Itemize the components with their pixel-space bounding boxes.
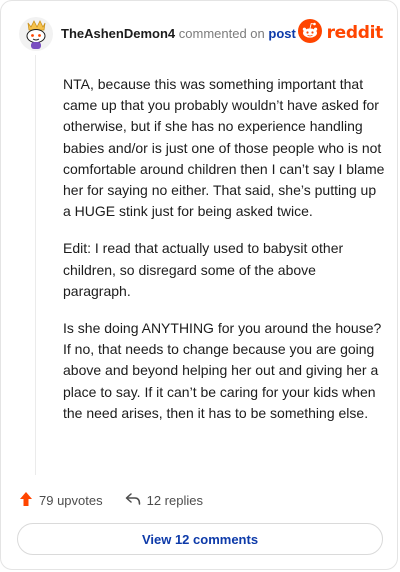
comment-body: NTA, because this was something importan…	[63, 74, 385, 440]
comment-paragraph: NTA, because this was something importan…	[63, 76, 385, 220]
upvote-button[interactable]: 79 upvotes	[19, 491, 103, 510]
comment-paragraph: Is she doing ANYTHING for you around the…	[63, 320, 382, 421]
replies-button[interactable]: 12 replies	[125, 492, 203, 509]
reddit-logo-icon	[297, 18, 322, 48]
reddit-wordmark: reddit	[326, 23, 384, 43]
thread-line	[35, 55, 36, 475]
comment-actions: 79 upvotes 12 replies	[19, 489, 203, 511]
reply-count: 12 replies	[146, 492, 203, 508]
post-link[interactable]: post	[268, 26, 295, 41]
action-text: commented on	[178, 26, 265, 41]
snoo-avatar-icon[interactable]	[19, 17, 53, 51]
reply-arrow-icon	[125, 492, 147, 509]
reddit-logo[interactable]: reddit	[297, 18, 384, 48]
comment-paragraph: Edit: I read that actually used to babys…	[63, 240, 344, 299]
comment-card: TheAshenDemon4 commented on post reddit	[0, 0, 398, 570]
upvote-arrow-icon	[19, 491, 39, 510]
view-comments-button[interactable]: View 12 comments	[17, 523, 383, 555]
upvote-count: 79 upvotes	[39, 492, 103, 508]
comment-header: TheAshenDemon4 commented on post reddit	[19, 17, 385, 53]
username-link[interactable]: TheAshenDemon4	[61, 26, 175, 41]
comment-meta: TheAshenDemon4 commented on post	[61, 26, 296, 41]
